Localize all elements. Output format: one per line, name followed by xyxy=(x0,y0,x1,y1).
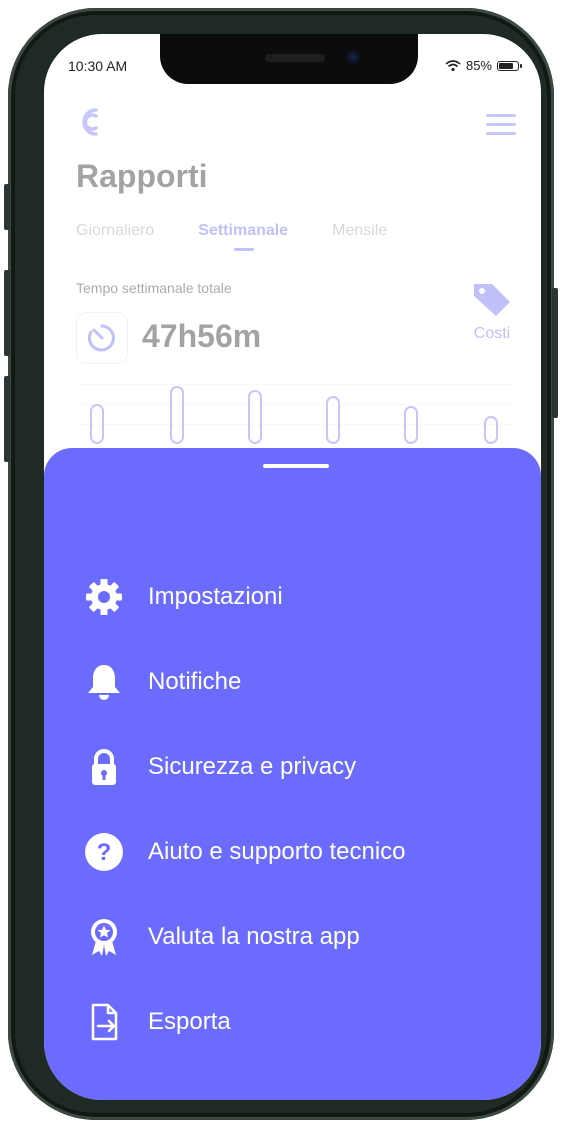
menu-item-security[interactable]: Sicurezza e privacy xyxy=(44,724,541,809)
sheet-drag-handle[interactable] xyxy=(263,464,329,468)
chart-bar xyxy=(90,404,104,444)
tab-monthly[interactable]: Mensile xyxy=(332,222,387,240)
battery-percent: 85% xyxy=(465,58,492,73)
status-time: 10:30 AM xyxy=(68,58,128,74)
menu-item-settings[interactable]: Impostazioni xyxy=(44,554,541,639)
wifi-icon xyxy=(445,59,461,71)
chart-bar xyxy=(484,416,498,444)
menu-item-label: Valuta la nostra app xyxy=(148,922,360,950)
mute-switch xyxy=(4,184,10,230)
page-title: Rapporti xyxy=(76,158,208,194)
notch xyxy=(160,34,418,84)
front-camera xyxy=(346,50,360,64)
total-time-value: 47h56m xyxy=(142,318,262,354)
status-indicators: 85% xyxy=(445,58,522,73)
chart-bar xyxy=(326,396,340,444)
menu-sheet: Impostazioni Notifiche Sicurezza e priva… xyxy=(44,448,541,1100)
weekly-total-label: Tempo settimanale totale xyxy=(76,280,232,296)
menu-item-label: Aiuto e supporto tecnico xyxy=(148,837,406,865)
costs-button[interactable]: Costi xyxy=(468,280,516,343)
battery-icon xyxy=(497,60,522,71)
lock-icon xyxy=(82,745,126,789)
menu-item-label: Notifiche xyxy=(148,667,242,695)
bell-icon xyxy=(82,660,126,704)
chart-bar xyxy=(170,386,184,444)
chart-bar xyxy=(404,406,418,444)
gear-icon xyxy=(82,575,126,619)
menu-item-label: Impostazioni xyxy=(148,582,283,610)
hamburger-icon[interactable] xyxy=(486,114,516,141)
costs-label: Costi xyxy=(473,325,511,342)
timer-icon xyxy=(76,312,128,364)
menu-list: Impostazioni Notifiche Sicurezza e priva… xyxy=(44,554,541,1064)
app-logo-icon[interactable] xyxy=(76,104,104,145)
tab-weekly[interactable]: Settimanale xyxy=(198,222,288,251)
weekly-chart xyxy=(76,384,516,454)
export-icon xyxy=(82,1000,126,1044)
svg-text:?: ? xyxy=(97,839,112,866)
menu-item-export[interactable]: Esporta xyxy=(44,979,541,1064)
menu-item-label: Sicurezza e privacy xyxy=(148,752,357,780)
chart-bar xyxy=(248,390,262,444)
tab-daily[interactable]: Giornaliero xyxy=(76,222,154,240)
menu-item-rate-app[interactable]: Valuta la nostra app xyxy=(44,894,541,979)
menu-item-help[interactable]: ? Aiuto e supporto tecnico xyxy=(44,809,541,894)
power-button xyxy=(552,288,558,418)
badge-star-icon xyxy=(82,915,126,959)
help-icon: ? xyxy=(82,830,126,874)
volume-up-button xyxy=(4,270,10,356)
menu-item-label: Esporta xyxy=(148,1007,231,1035)
period-tabs: Giornaliero Settimanale Mensile xyxy=(76,222,387,251)
menu-item-notifications[interactable]: Notifiche xyxy=(44,639,541,724)
screen: Rapporti Giornaliero Settimanale Mensile… xyxy=(44,34,541,1100)
volume-down-button xyxy=(4,376,10,462)
tag-icon xyxy=(474,284,510,316)
